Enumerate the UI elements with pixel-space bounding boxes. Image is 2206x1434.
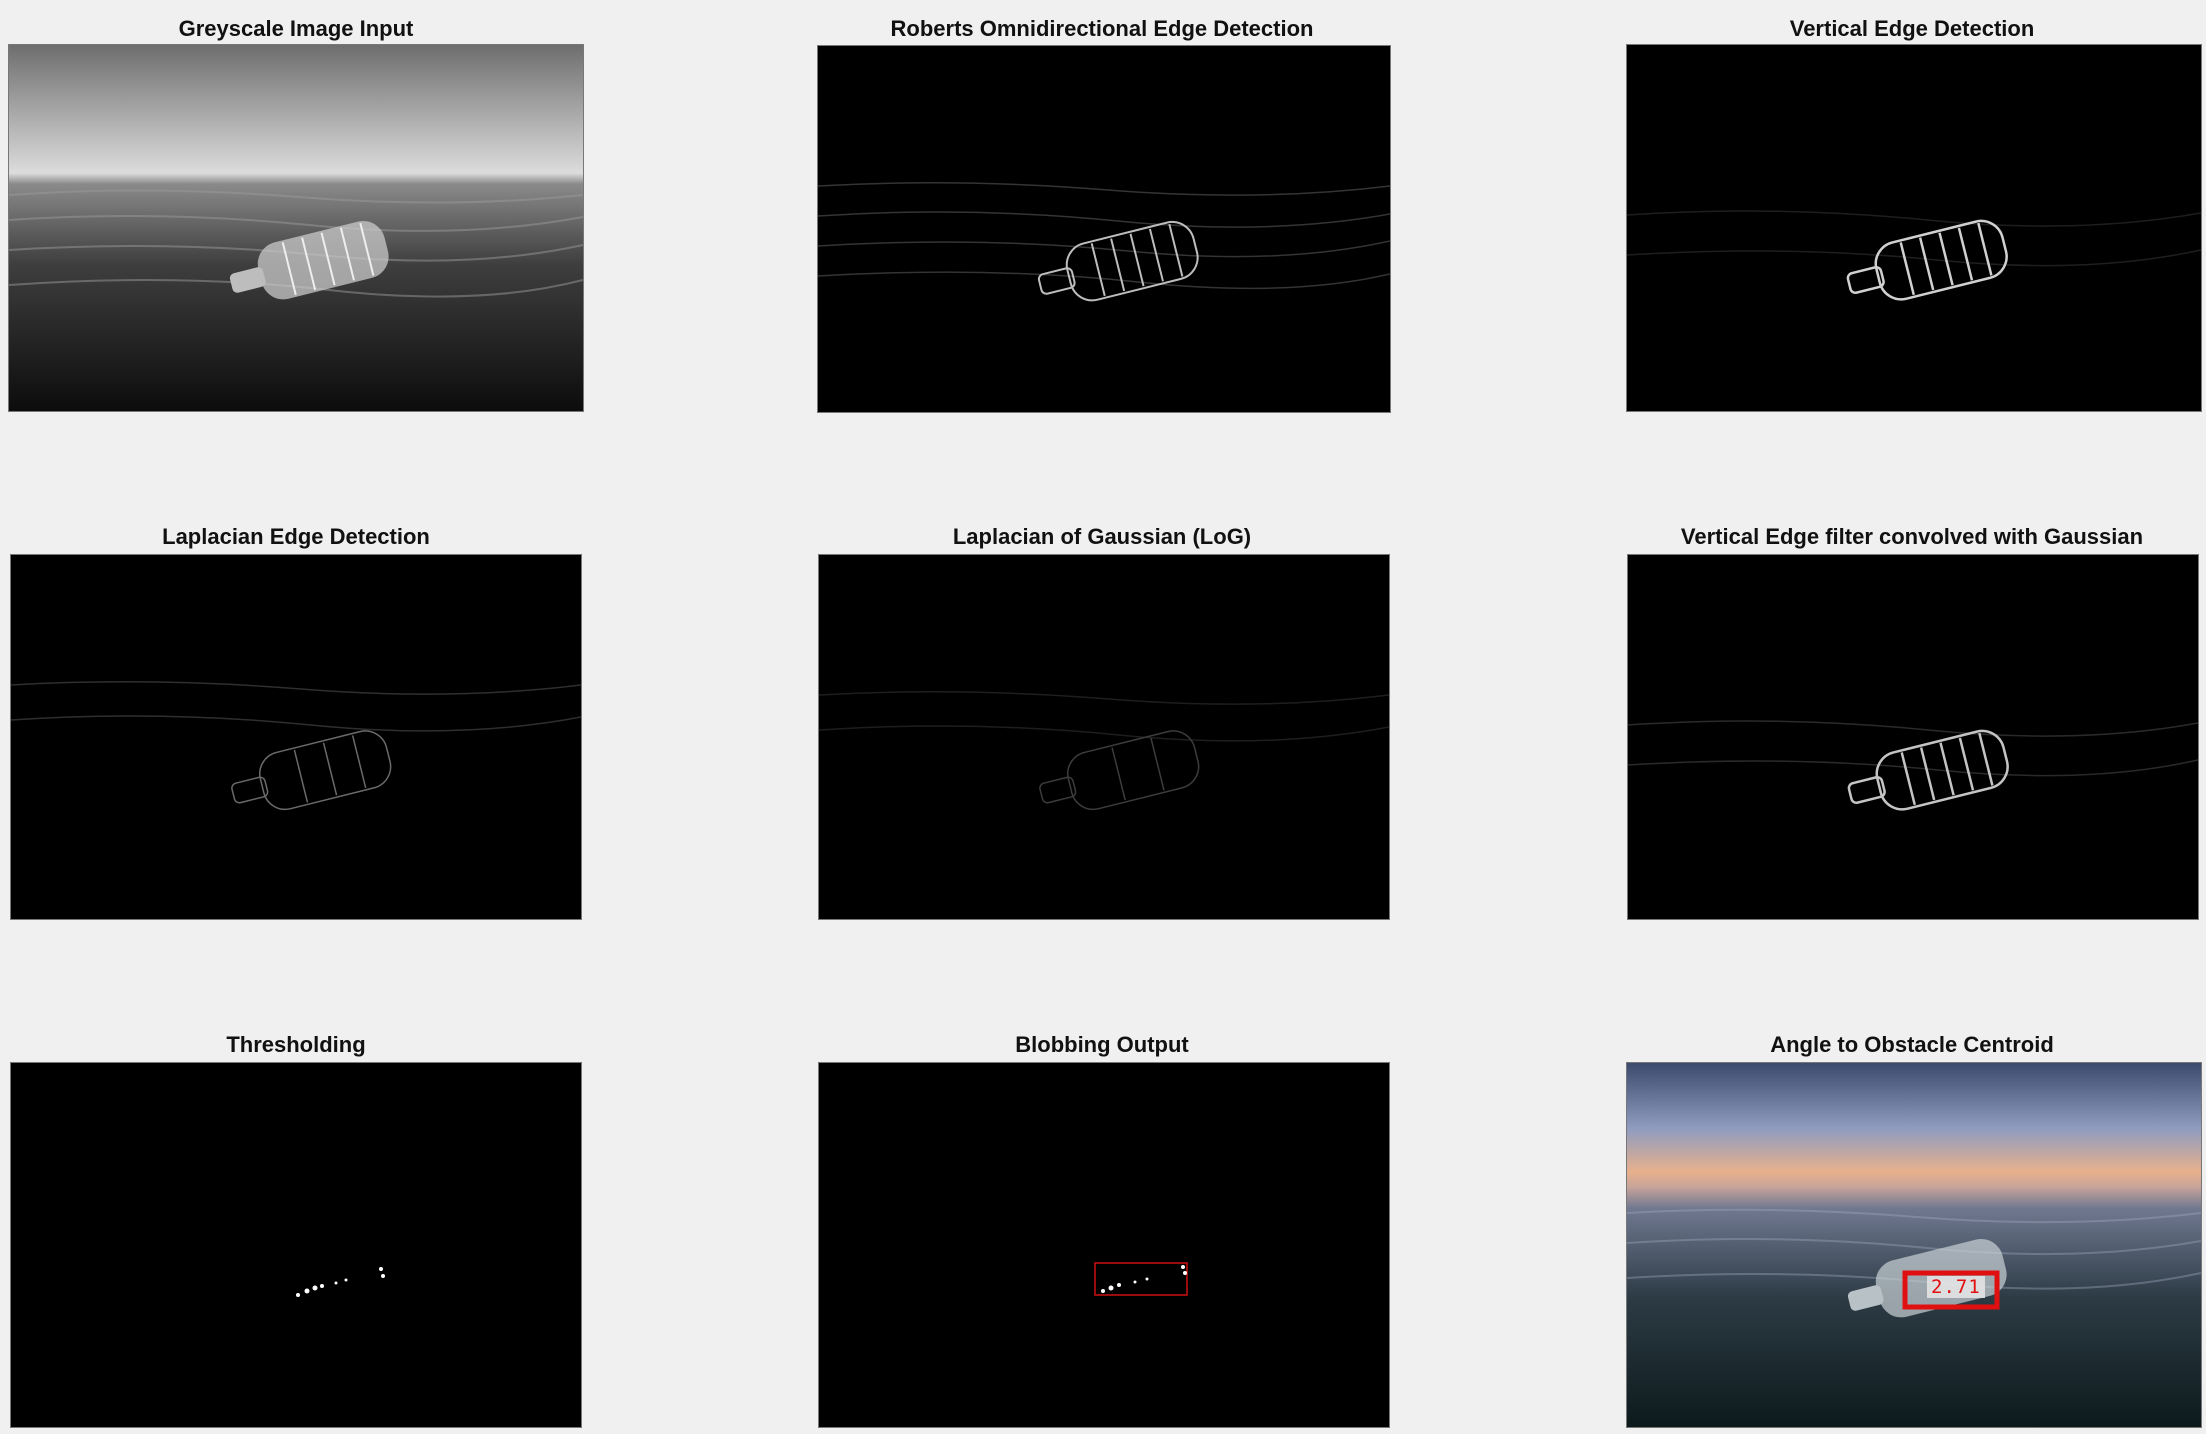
roberts-edge-image	[817, 45, 1391, 413]
panel-title: Greyscale Image Input	[178, 16, 414, 41]
panel-title: Blobbing Output	[1015, 1032, 1189, 1057]
panel-title: Laplacian of Gaussian (LoG)	[952, 524, 1252, 549]
panel-angle-centroid: Angle to Obstacle Centroid 2.71	[1624, 1030, 2202, 1430]
panel-greyscale-input: Greyscale Image Input	[8, 14, 584, 414]
vertical-edge-image	[1626, 44, 2202, 412]
panel-title: Vertical Edge Detection	[1789, 16, 2035, 41]
log-image	[818, 554, 1390, 920]
blobbing-image	[818, 1062, 1390, 1428]
panel-log: Laplacian of Gaussian (LoG)	[812, 522, 1392, 922]
panel-thresholding: Thresholding	[8, 1030, 584, 1430]
panel-title: Laplacian Edge Detection	[162, 524, 430, 549]
panel-title: Vertical Edge filter convolved with Gaus…	[1680, 524, 2144, 549]
panel-vertical-gaussian: Vertical Edge filter convolved with Gaus…	[1624, 522, 2200, 922]
vertical-gaussian-image	[1627, 554, 2199, 920]
panel-title: Angle to Obstacle Centroid	[1770, 1032, 2054, 1057]
angle-value-label: 2.71	[1927, 1276, 1985, 1298]
angle-centroid-image: 2.71	[1626, 1062, 2202, 1428]
panel-vertical-edge: Vertical Edge Detection	[1624, 14, 2202, 414]
thresholding-image	[10, 1062, 582, 1428]
panel-blobbing: Blobbing Output	[812, 1030, 1392, 1430]
panel-roberts-edge: Roberts Omnidirectional Edge Detection	[812, 14, 1392, 414]
laplacian-edge-image	[10, 554, 582, 920]
panel-title: Thresholding	[226, 1032, 366, 1057]
panel-title: Roberts Omnidirectional Edge Detection	[890, 16, 1314, 41]
panel-laplacian-edge: Laplacian Edge Detection	[8, 522, 584, 922]
greyscale-image	[8, 44, 584, 412]
